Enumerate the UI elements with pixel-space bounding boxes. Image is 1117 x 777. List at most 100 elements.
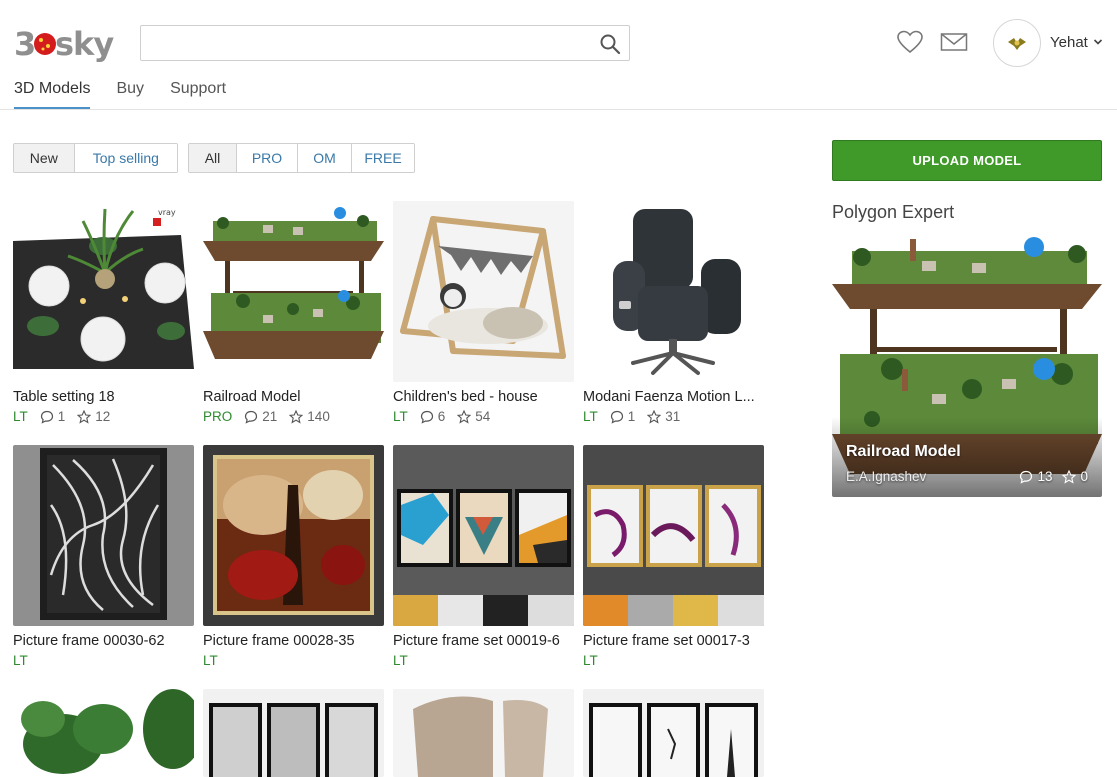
rating-count: 31 [665,409,681,424]
comment-count: 1 [627,409,636,424]
sort-top-selling-button[interactable]: Top selling [74,144,177,172]
model-card[interactable]: vray Table setting 18 LT 1 12 [13,201,194,424]
star-icon [647,409,662,424]
model-card[interactable]: Picture frame set 00017-3 LT [583,445,764,668]
tab-buy[interactable]: Buy [116,80,144,109]
license-badge: PRO [203,409,233,424]
model-title[interactable]: Modani Faenza Motion L... [583,389,764,405]
model-card[interactable] [203,689,384,777]
rating-count: 0 [1080,469,1088,484]
model-title[interactable]: Picture frame 00030-62 [13,633,194,649]
picture-frame-set-image[interactable] [203,689,384,777]
model-meta: PRO 21 140 [203,409,384,424]
username-label[interactable]: Yehat [1050,34,1088,51]
featured-model-author[interactable]: E.A.Ignashev [846,469,926,484]
logo-mark: 3 sky [14,25,114,63]
star-icon [457,409,472,424]
model-meta: LT [583,653,764,668]
license-badge: LT [13,409,28,424]
site-logo[interactable]: 3 sky [14,22,114,64]
model-meta: LT 1 31 [583,409,764,424]
star-icon [289,409,304,424]
license-badge: LT [583,409,598,424]
model-meta: LT 6 54 [393,409,574,424]
rating-count: 54 [475,409,491,424]
chair-image[interactable] [393,689,574,777]
star-icon [77,409,92,424]
comment-count: 1 [57,409,66,424]
model-card[interactable] [13,689,194,777]
comment-icon [420,410,433,424]
search-icon[interactable] [599,33,621,55]
header: 3 sky Yehat 3D Models Buy Support [0,0,1117,110]
type-free-button[interactable]: FREE [352,144,414,172]
picture-frame-set-image[interactable] [393,445,574,626]
license-badge: LT [583,653,598,668]
model-card[interactable] [583,689,764,777]
model-title[interactable]: Children's bed - house [393,389,574,405]
armchair-image[interactable] [583,201,764,382]
model-meta: LT 1 12 [13,409,194,424]
comment-icon [1020,470,1033,484]
type-om-button[interactable]: OM [298,144,352,172]
model-title[interactable]: Picture frame set 00019-6 [393,633,574,649]
license-badge: LT [203,653,218,668]
rating-count: 12 [95,409,111,424]
user-avatar[interactable] [993,19,1041,67]
upload-model-button[interactable]: UPLOAD MODEL [832,140,1102,181]
favorites-heart-icon[interactable] [896,30,924,54]
sort-new-button[interactable]: New [14,144,75,172]
svg-text:sky: sky [55,25,114,63]
comment-count: 21 [262,409,278,424]
tab-support[interactable]: Support [170,80,226,109]
svg-text:3: 3 [14,25,34,63]
featured-model-title[interactable]: Railroad Model [846,443,961,461]
picture-frame-image[interactable] [203,445,384,626]
model-card[interactable]: Railroad Model PRO 21 140 [203,201,384,424]
model-title[interactable]: Picture frame 00028-35 [203,633,384,649]
model-meta: LT [203,653,384,668]
chevron-down-icon[interactable] [1093,38,1103,46]
comment-icon [245,410,258,424]
model-card[interactable]: Children's bed - house LT 6 54 [393,201,574,424]
comment-count: 6 [437,409,446,424]
table-setting-image[interactable]: vray [13,201,194,382]
tab-3d-models[interactable]: 3D Models [14,80,91,109]
search-box [140,25,630,61]
license-badge: LT [393,409,408,424]
svg-text:vray: vray [158,208,176,217]
avatar-bird-icon [1008,38,1026,50]
model-card[interactable] [393,689,574,777]
model-card[interactable]: Picture frame 00028-35 LT [203,445,384,668]
railroad-image[interactable] [203,201,384,382]
model-meta: LT [13,653,194,668]
sort-filter-group: New Top selling [13,143,178,173]
model-title[interactable]: Table setting 18 [13,389,194,405]
featured-model-stats: 13 0 [1019,469,1088,484]
rating-count: 140 [307,409,330,424]
model-card[interactable]: Picture frame set 00019-6 LT [393,445,574,668]
type-pro-button[interactable]: PRO [237,144,298,172]
picture-frame-set-image[interactable] [583,445,764,626]
license-badge: LT [13,653,28,668]
comment-icon [610,410,623,424]
model-title[interactable]: Railroad Model [203,389,384,405]
messages-envelope-icon[interactable] [940,30,968,54]
bed-image[interactable] [393,201,574,382]
picture-frame-image[interactable] [13,445,194,626]
model-meta: LT [393,653,574,668]
picture-frame-set-image[interactable] [583,689,764,777]
model-title[interactable]: Picture frame set 00017-3 [583,633,764,649]
license-badge: LT [393,653,408,668]
comment-count: 13 [1037,469,1053,484]
comment-icon [40,410,53,424]
type-all-button[interactable]: All [189,144,237,172]
plant-image[interactable] [13,689,194,777]
model-card[interactable]: Picture frame 00030-62 LT [13,445,194,668]
model-card[interactable]: Modani Faenza Motion L... LT 1 31 [583,201,764,424]
main-nav: 3D Models Buy Support [14,80,252,109]
featured-model-card[interactable]: Railroad Model E.A.Ignashev 13 0 [832,229,1102,497]
type-filter-group: All PRO OM FREE [188,143,415,173]
star-icon [1062,469,1077,484]
search-input[interactable] [141,26,581,60]
